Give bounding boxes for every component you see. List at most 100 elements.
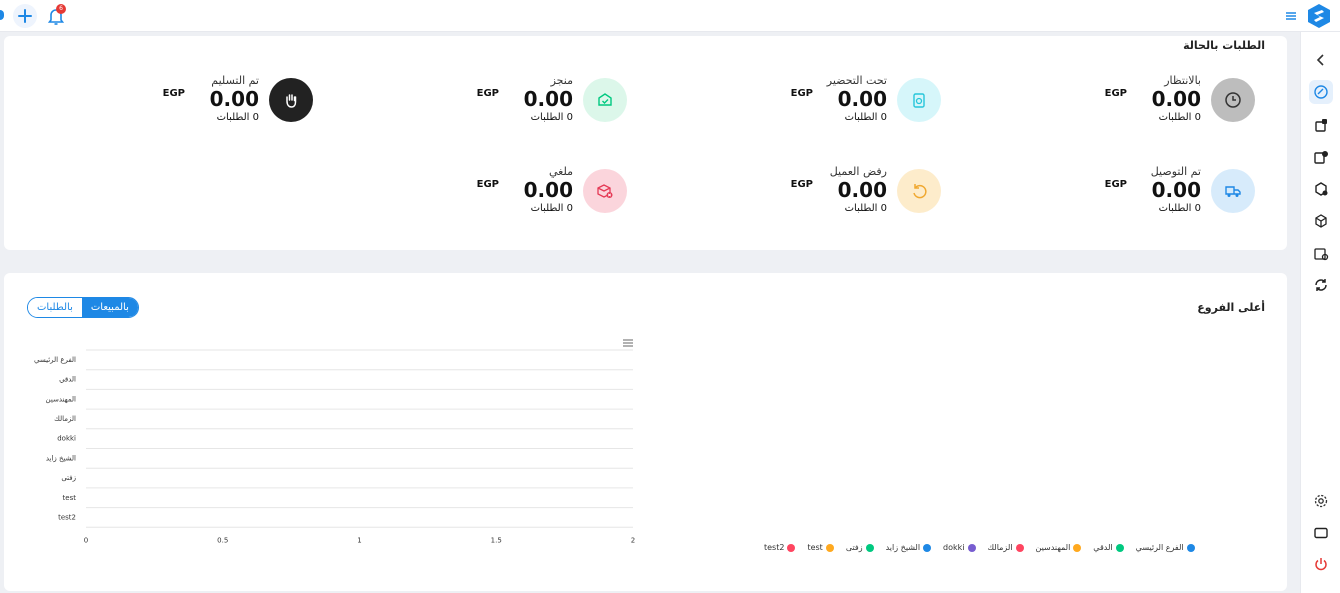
orders-by-status-card: الطلبات بالحالة بالانتظار 0.00 EGP 0 الط…	[4, 36, 1287, 250]
x-tick-label: 1	[357, 536, 361, 544]
legend-dot	[923, 543, 932, 552]
menu-icon	[1286, 12, 1296, 20]
status-currency: EGP	[476, 179, 499, 190]
status-amount: 0.00	[1151, 87, 1201, 111]
x-tick-label: 0	[84, 536, 88, 544]
legend-dot	[825, 543, 834, 552]
clipboard-icon	[913, 93, 925, 108]
status-count: 0 الطلبات	[1158, 203, 1201, 214]
top-branches-card: أعلى الفروع بالطلبات بالمبيعات الفرع الر…	[4, 273, 1287, 591]
status-icon-circle	[583, 169, 627, 213]
status-count: 0 الطلبات	[844, 203, 887, 214]
status-preparing[interactable]: تحت التحضير 0.00 EGP 0 الطلبات	[641, 74, 941, 127]
sync-icon	[1315, 279, 1327, 291]
legend-label: الفرع الرئيسي	[1135, 543, 1184, 552]
status-count: 0 الطلبات	[844, 112, 887, 123]
add-button[interactable]	[13, 4, 37, 28]
chart-legend: الفرع الرئيسي الدقي المهندسين الزمالك dokki ا…	[764, 543, 1195, 552]
legend-dot	[1186, 543, 1195, 552]
legend-label: test	[807, 543, 823, 552]
legend-item[interactable]: test2	[764, 543, 796, 552]
legend-dot	[1115, 543, 1124, 552]
hand-icon	[286, 94, 297, 108]
category-label: الشيخ زايد	[46, 454, 76, 462]
legend-item[interactable]: الشيخ زايد	[885, 543, 932, 552]
legend-item[interactable]: زفتى	[846, 543, 874, 552]
top-branches-title: أعلى الفروع	[1197, 301, 1265, 314]
undo-icon	[913, 184, 927, 199]
status-amount: 0.00	[523, 178, 573, 202]
edge-tab[interactable]	[0, 10, 4, 20]
sidebar-item-logout[interactable]	[1309, 552, 1333, 576]
legend-item[interactable]: الدقي	[1093, 543, 1124, 552]
settings-icon	[1314, 494, 1328, 508]
sidebar-item-screen[interactable]	[1309, 521, 1333, 545]
orders-icon	[1315, 119, 1327, 132]
legend-dot	[967, 543, 976, 552]
sidebar-item-settings[interactable]	[1309, 489, 1333, 513]
notifications-badge: 6	[56, 4, 66, 14]
status-currency: EGP	[790, 88, 813, 99]
status-currency: EGP	[162, 88, 185, 99]
status-icon-circle	[1211, 169, 1255, 213]
legend-dot	[1015, 543, 1024, 552]
status-handed-over[interactable]: تم التسليم 0.00 EGP 0 الطلبات	[13, 74, 313, 127]
sidebar-item-dashboard[interactable]	[1309, 80, 1333, 104]
legend-item[interactable]: dokki	[943, 543, 976, 552]
sidebar-item-stores[interactable]	[1309, 242, 1333, 266]
status-label: ملغي	[548, 165, 573, 178]
truck-icon	[1225, 186, 1241, 197]
branches-bar-chart: الفرع الرئيسي الدقي المهندسين الزمالك dokki ا…	[34, 339, 635, 544]
legend-label: الشيخ زايد	[885, 543, 921, 552]
status-label: تم التسليم	[211, 74, 259, 87]
box-icon	[1315, 214, 1327, 228]
toggle-orders[interactable]: بالطلبات	[28, 298, 82, 317]
notifications-button[interactable]: 6	[47, 4, 66, 26]
sidebar-item-sync[interactable]	[1309, 273, 1333, 297]
sidebar	[1300, 32, 1340, 593]
screen-icon	[1314, 527, 1328, 539]
status-customer-rejected[interactable]: رفض العميل 0.00 EGP 0 الطلبات	[641, 165, 941, 218]
chart-menu-icon[interactable]	[623, 339, 633, 347]
legend-item[interactable]: الفرع الرئيسي	[1136, 543, 1195, 552]
chevron-left-icon	[1316, 54, 1324, 66]
sidebar-item-orders[interactable]	[1309, 113, 1333, 137]
plus-icon	[18, 9, 32, 23]
legend-label: المهندسين	[1035, 543, 1071, 552]
legend-dot	[1073, 543, 1082, 552]
status-completed[interactable]: منجز 0.00 EGP 0 الطلبات	[327, 74, 627, 127]
status-amount: 0.00	[209, 87, 259, 111]
top-bar: 6	[0, 0, 1340, 32]
legend-item[interactable]: الزمالك	[988, 543, 1024, 552]
legend-label: زفتى	[845, 543, 863, 552]
app-logo[interactable]	[1306, 3, 1332, 29]
clock-icon	[1225, 92, 1241, 108]
toggle-sales[interactable]: بالمبيعات	[81, 298, 138, 317]
status-count: 0 الطلبات	[530, 203, 573, 214]
status-currency: EGP	[1104, 179, 1127, 190]
category-label: المهندسين	[46, 395, 76, 403]
status-label: منجز	[550, 74, 573, 87]
category-label: dokki	[57, 435, 76, 443]
status-amount: 0.00	[1151, 178, 1201, 202]
sidebar-item-returns[interactable]	[1309, 145, 1333, 169]
sidebar-item-products[interactable]	[1309, 209, 1333, 233]
box-cancel-icon	[597, 184, 613, 198]
legend-item[interactable]: المهندسين	[1036, 543, 1082, 552]
status-label: بالانتظار	[1164, 74, 1201, 87]
status-count: 0 الطلبات	[216, 112, 259, 123]
status-currency: EGP	[476, 88, 499, 99]
category-label: test	[63, 494, 77, 502]
status-pending[interactable]: بالانتظار 0.00 EGP 0 الطلبات	[955, 74, 1255, 127]
status-cancelled[interactable]: ملغي 0.00 EGP 0 الطلبات	[327, 165, 627, 218]
sidebar-collapse[interactable]	[1309, 48, 1333, 72]
sidebar-item-delivery[interactable]	[1309, 177, 1333, 201]
legend-item[interactable]: test	[807, 543, 834, 552]
stores-icon	[1314, 248, 1329, 261]
menu-button[interactable]	[1284, 8, 1298, 22]
legend-label: dokki	[943, 543, 965, 552]
category-label: test2	[58, 513, 76, 521]
status-delivered[interactable]: تم التوصيل 0.00 EGP 0 الطلبات	[955, 165, 1255, 218]
category-label: زفتى	[61, 474, 76, 482]
box-check-icon	[598, 93, 612, 106]
